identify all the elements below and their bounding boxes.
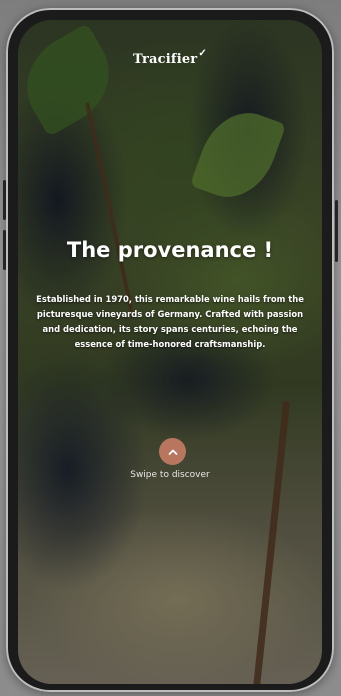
phone-screen: Tracifier✓ The provenance ! Established … [18, 20, 322, 684]
check-mark-icon: ✓ [198, 48, 207, 59]
swipe-up-button[interactable] [159, 438, 186, 465]
hero-content: Tracifier✓ The provenance ! Established … [18, 20, 322, 684]
logo-text: Tracifier [133, 52, 198, 67]
chevron-up-icon [168, 449, 177, 455]
app-logo: Tracifier✓ [18, 48, 322, 67]
page-title: The provenance ! [66, 238, 274, 262]
provenance-description: Established in 1970, this remarkable win… [36, 294, 304, 349]
power-button [335, 200, 338, 262]
swipe-label: Swipe to discover [130, 470, 210, 480]
